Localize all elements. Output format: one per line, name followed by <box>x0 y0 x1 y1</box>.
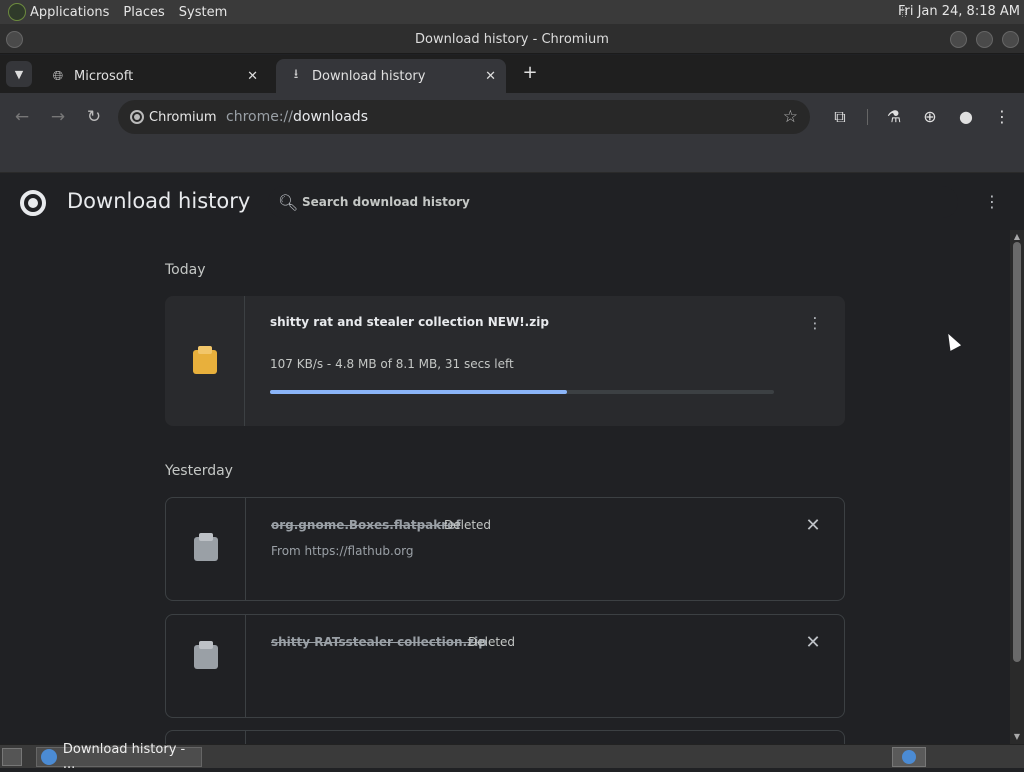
close-icon: ✕ <box>805 515 821 536</box>
progress-fill <box>270 390 568 394</box>
extensions-button[interactable]: ⧉ <box>828 105 852 129</box>
page-menu-button[interactable]: ⋮ <box>984 192 1000 216</box>
download-filename: org.gnome.Boxes.flatpakref <box>271 518 461 532</box>
page-scrollbar[interactable]: ▲ ▼ <box>1010 230 1024 744</box>
profile-button[interactable]: ● <box>954 105 978 129</box>
download-item: shitty RATsstealer collection.zip Delete… <box>165 614 845 718</box>
remove-download-button[interactable]: ✕ <box>802 515 824 537</box>
scroll-down-icon[interactable]: ▼ <box>1010 732 1024 742</box>
download-filename[interactable]: shitty rat and stealer collection NEW!.z… <box>270 315 549 329</box>
arrow-right-icon: → <box>50 107 66 127</box>
download-status: Deleted <box>468 635 516 649</box>
download-icon: ⭳ <box>293 67 299 82</box>
clock[interactable]: Fri Jan 24, 8:18 AM <box>898 4 1020 19</box>
page-header: Download history 🔍︎ ⋮ <box>0 174 1010 230</box>
show-desktop-icon[interactable] <box>2 748 22 766</box>
system-menu[interactable]: System <box>179 5 227 20</box>
download-item: org.gnome.Boxes.flatpakref Deleted From … <box>165 497 845 601</box>
toolbar-divider <box>867 109 868 125</box>
person-icon: ● <box>959 107 973 126</box>
address-bar[interactable]: Chromium chrome://downloads ☆ <box>118 100 810 134</box>
section-yesterday: Yesterday <box>165 463 233 479</box>
distro-logo-icon[interactable] <box>8 3 26 21</box>
download-item-menu-button[interactable]: ⋮ <box>807 314 823 336</box>
chevron-down-icon: ▼ <box>14 67 24 81</box>
download-item <box>165 730 845 744</box>
url-scheme: chrome:// <box>226 109 293 125</box>
file-icon <box>194 641 218 669</box>
arrow-left-icon: ← <box>14 107 30 127</box>
reload-icon: ↻ <box>86 107 102 127</box>
file-icon-column <box>165 296 245 426</box>
url-text[interactable]: chrome://downloads <box>226 109 368 125</box>
tab-strip: ▼ 🌐︎ Microsoft ✕ ⭳ Download history ✕ + <box>0 55 1024 93</box>
applications-menu[interactable]: Applications <box>30 5 109 20</box>
browser-toolbar: ← → ↻ Chromium chrome://downloads ☆ ⧉ ⚗ … <box>0 93 1024 141</box>
file-icon <box>194 533 218 561</box>
chromium-icon <box>130 110 144 124</box>
download-filename: shitty RATsstealer collection.zip <box>271 635 487 649</box>
close-tab-icon[interactable]: ✕ <box>485 69 496 84</box>
globe-icon: 🌐︎ <box>52 68 64 84</box>
labs-button[interactable]: ⚗ <box>882 105 906 129</box>
section-today: Today <box>165 262 206 278</box>
download-source: From https://flathub.org <box>271 544 414 558</box>
kebab-menu-icon: ⋮ <box>994 107 1010 126</box>
forward-button[interactable]: → <box>46 105 70 129</box>
url-host: downloads <box>293 109 368 125</box>
back-button[interactable]: ← <box>10 105 34 129</box>
maximize-button[interactable] <box>976 31 993 48</box>
close-window-button[interactable] <box>1002 31 1019 48</box>
close-icon: ✕ <box>805 632 821 653</box>
taskbar-window-button[interactable]: Download history - ... <box>36 742 202 772</box>
downloads-button[interactable]: ⊕ <box>918 105 942 129</box>
kebab-menu-icon: ⋮ <box>807 314 823 332</box>
plus-icon: + <box>522 62 538 83</box>
flask-icon: ⚗ <box>886 107 902 126</box>
scroll-up-icon[interactable]: ▲ <box>1010 232 1024 242</box>
close-tab-icon[interactable]: ✕ <box>247 69 258 84</box>
file-icon-column <box>166 615 246 717</box>
download-status: Deleted <box>444 518 492 532</box>
download-progress-text: 107 KB/s - 4.8 MB of 8.1 MB, 31 secs lef… <box>270 357 514 371</box>
desktop-top-panel: Applications Places System Fri Jan 24, 8… <box>0 0 1024 24</box>
tab-label: Microsoft <box>74 68 134 84</box>
puzzle-icon: ⧉ <box>834 107 846 126</box>
workspace-switcher-icon[interactable] <box>892 747 926 767</box>
reload-button[interactable]: ↻ <box>82 105 106 129</box>
taskbar: Download history - ... <box>0 742 1024 772</box>
remove-download-button[interactable]: ✕ <box>802 632 824 654</box>
chip-label: Chromium <box>149 109 217 125</box>
download-progress-bar <box>270 390 774 394</box>
bookmarks-bar <box>0 141 1024 173</box>
download-circle-icon: ⊕ <box>923 107 937 126</box>
tab-label: Download history <box>312 68 426 84</box>
site-info-chip[interactable]: Chromium <box>126 106 223 128</box>
search-icon: 🔍︎ <box>278 192 299 212</box>
downloads-page: Download history 🔍︎ ⋮ Today shitty rat a… <box>0 174 1024 744</box>
places-menu[interactable]: Places <box>123 5 164 20</box>
chrome-logo-icon <box>20 190 46 216</box>
search-box[interactable]: 🔍︎ <box>268 186 958 218</box>
search-input[interactable] <box>302 195 902 209</box>
browser-menu-button[interactable]: ⋮ <box>990 105 1014 129</box>
new-tab-button[interactable]: + <box>520 62 540 84</box>
bookmark-star-icon[interactable]: ☆ <box>783 107 798 127</box>
download-item: shitty rat and stealer collection NEW!.z… <box>165 296 845 426</box>
file-icon-column <box>166 498 246 600</box>
tab-search-button[interactable]: ▼ <box>6 61 32 87</box>
tab-download-history[interactable]: ⭳ Download history ✕ <box>276 59 506 93</box>
page-title: Download history <box>67 189 251 213</box>
chromium-icon <box>41 749 57 765</box>
window-title: Download history - Chromium <box>415 32 609 47</box>
kebab-menu-icon: ⋮ <box>984 192 1000 211</box>
tab-microsoft[interactable]: 🌐︎ Microsoft ✕ <box>38 59 268 93</box>
window-titlebar[interactable]: Download history - Chromium <box>0 24 1024 54</box>
zip-file-icon <box>193 346 217 374</box>
minimize-button[interactable] <box>950 31 967 48</box>
scrollbar-thumb[interactable] <box>1013 242 1021 662</box>
